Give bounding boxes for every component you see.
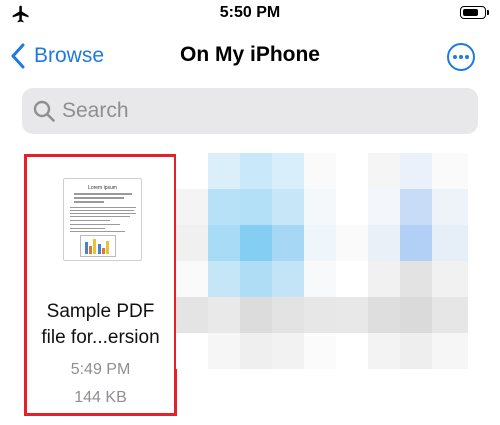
thumbnail-chart-bar (98, 244, 101, 254)
redacted-pixel (208, 225, 244, 261)
thumbnail-text-line (70, 210, 134, 211)
redacted-pixel (176, 297, 212, 333)
redacted-pixel (240, 153, 276, 189)
file-size: 144 KB (74, 389, 127, 406)
redacted-pixel (400, 333, 436, 369)
redacted-pixel (208, 333, 244, 369)
thumbnail-text-line (70, 213, 136, 214)
thumbnail-chart-bar (85, 242, 88, 254)
thumbnail-text-line (74, 193, 132, 195)
redacted-pixel (176, 153, 212, 189)
redacted-pixel (368, 225, 404, 261)
redacted-pixel (240, 189, 276, 225)
redacted-files-area (176, 153, 468, 369)
more-options-icon[interactable] (446, 42, 476, 72)
redacted-pixel (240, 261, 276, 297)
redacted-pixel (336, 189, 372, 225)
status-bar: 5:50 PM (0, 0, 500, 30)
redacted-pixel (208, 297, 244, 333)
redacted-pixel (240, 297, 276, 333)
redacted-pixel (304, 189, 340, 225)
file-modified-time: 5:49 PM (70, 361, 131, 378)
thumbnail-text-line (70, 224, 120, 225)
search-input[interactable] (62, 99, 442, 123)
redacted-pixel (176, 333, 212, 369)
redacted-pixel (304, 297, 340, 333)
redacted-pixel (400, 261, 436, 297)
redacted-pixel (176, 225, 212, 261)
file-item-selected[interactable]: Lorem ipsum Sample PDF file for...ersion… (24, 154, 177, 416)
navigation-bar: Browse On My iPhone (0, 36, 500, 76)
redacted-pixel (336, 333, 372, 369)
redacted-pixel (368, 261, 404, 297)
search-bar[interactable] (22, 88, 478, 134)
battery-icon (460, 6, 486, 19)
redacted-pixel (432, 189, 468, 225)
redacted-pixel (432, 297, 468, 333)
thumbnail-chart-bar (106, 241, 109, 254)
file-name-line: file for...ersion (41, 327, 160, 348)
thumbnail-text-line (70, 207, 136, 208)
redacted-pixel (368, 297, 404, 333)
redacted-pixel (176, 261, 212, 297)
thumbnail-chart (80, 235, 116, 257)
thumbnail-text-line (70, 216, 130, 217)
redacted-pixel (208, 261, 244, 297)
redacted-pixel (432, 153, 468, 189)
redacted-pixel (272, 297, 308, 333)
redacted-pixel (208, 153, 244, 189)
redacted-pixel (336, 225, 372, 261)
thumbnail-text-line (70, 231, 125, 232)
redacted-pixel (400, 189, 436, 225)
redacted-pixel (272, 153, 308, 189)
search-icon (33, 100, 55, 122)
thumbnail-text-line (74, 201, 104, 203)
page-title: On My iPhone (179, 43, 320, 66)
redacted-pixel (272, 189, 308, 225)
redacted-pixel (176, 189, 212, 225)
redacted-pixel (432, 225, 468, 261)
battery-cap (487, 10, 489, 15)
redacted-pixel (336, 297, 372, 333)
pdf-thumbnail: Lorem ipsum (63, 178, 142, 261)
redacted-pixel (272, 225, 308, 261)
redacted-pixel (304, 225, 340, 261)
thumbnail-chart-bar (93, 239, 96, 254)
redacted-pixel (336, 153, 372, 189)
redacted-pixel (432, 333, 468, 369)
redacted-pixel (432, 261, 468, 297)
redacted-pixel (368, 153, 404, 189)
redacted-pixel (304, 261, 340, 297)
redacted-pixel (400, 153, 436, 189)
redacted-pixel (272, 333, 308, 369)
file-name: Sample PDF file for...ersion (27, 299, 174, 351)
redacted-pixel (368, 333, 404, 369)
redacted-pixel (368, 189, 404, 225)
redacted-pixel (208, 189, 244, 225)
battery-level (462, 8, 478, 16)
redacted-pixel (400, 225, 436, 261)
thumbnail-text-line (70, 228, 105, 229)
thumbnail-chart-bar (102, 248, 105, 254)
status-time: 5:50 PM (219, 4, 281, 21)
redacted-pixel (336, 261, 372, 297)
thumbnail-chart-bar (89, 246, 92, 254)
redacted-pixel (272, 261, 308, 297)
thumbnail-text-line (70, 220, 110, 221)
redacted-pixel (240, 333, 276, 369)
thumbnail-text-line (74, 197, 124, 199)
redacted-pixel (304, 153, 340, 189)
redacted-pixel (240, 225, 276, 261)
thumbnail-title: Lorem ipsum (88, 185, 117, 191)
redacted-pixel (400, 297, 436, 333)
file-name-line: Sample PDF (46, 301, 155, 322)
redacted-pixel (304, 333, 340, 369)
